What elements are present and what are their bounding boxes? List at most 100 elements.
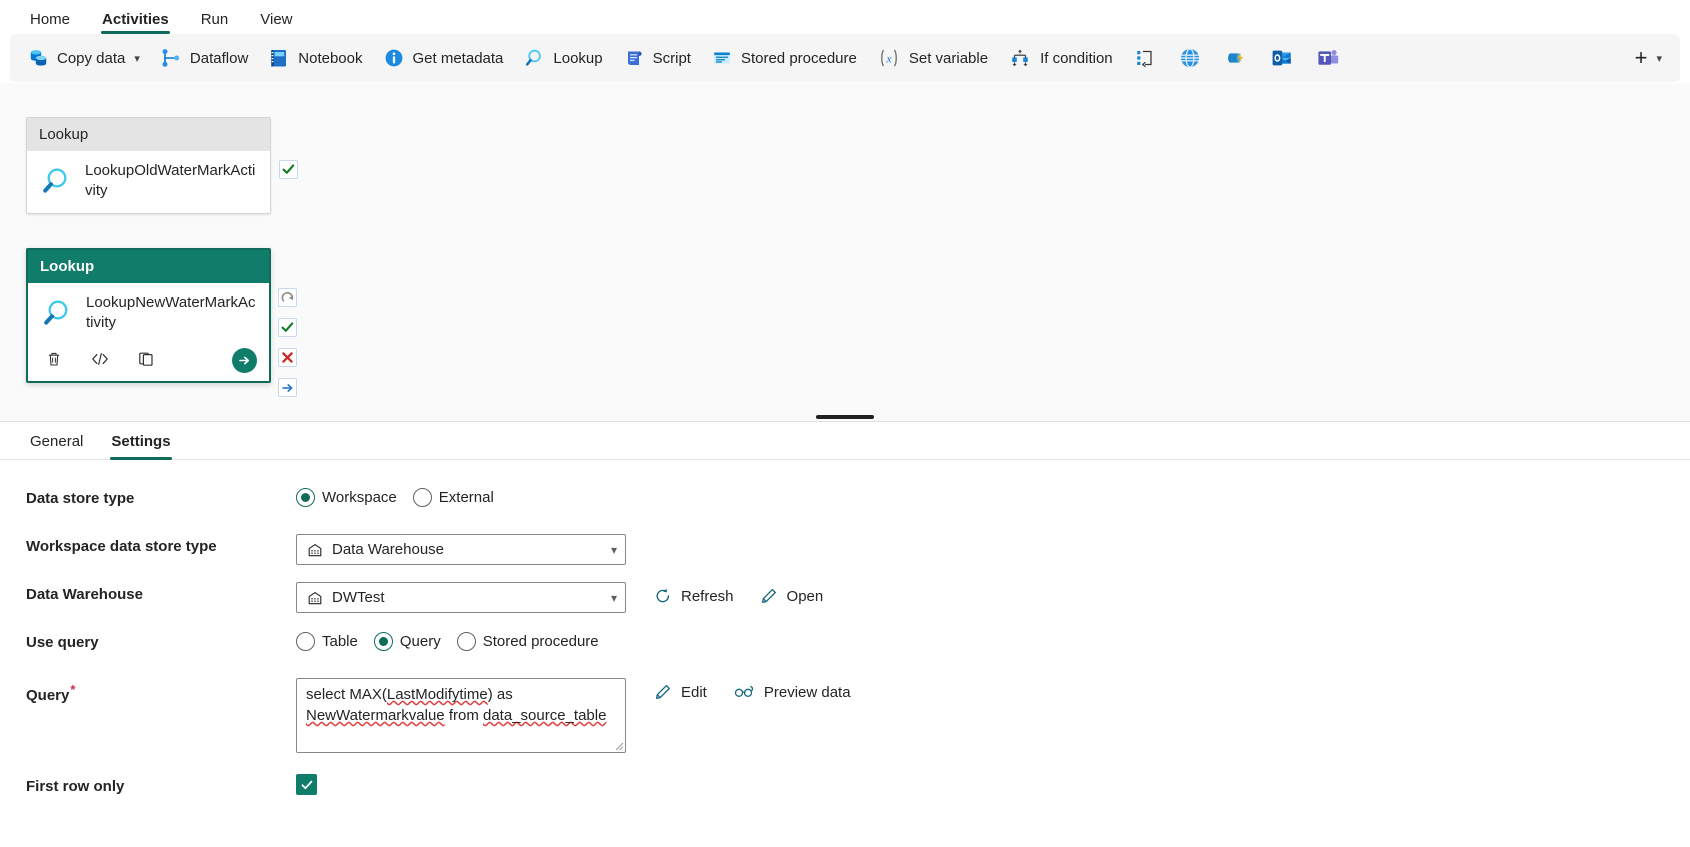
delete-activity-button[interactable] — [42, 347, 66, 371]
lookup-button[interactable]: Lookup — [514, 40, 611, 76]
workspace-data-store-type-label: Workspace data store type — [26, 538, 217, 555]
set-variable-label: Set variable — [908, 49, 989, 67]
script-label: Script — [652, 49, 691, 67]
copy-data-label: Copy data — [57, 49, 126, 67]
chevron-down-icon[interactable]: ▾ — [134, 52, 140, 65]
success-handle[interactable] — [278, 318, 297, 337]
activity-card-lookup-new[interactable]: Lookup LookupNewWaterMarkActivity — [26, 248, 297, 397]
ribbon-tab-run[interactable]: Run — [185, 12, 245, 34]
lookup-magnifier-icon — [40, 296, 74, 330]
lookup-icon — [523, 47, 545, 69]
workspace-data-store-type-dropdown[interactable]: Data Warehouse ▾ — [296, 534, 626, 565]
chevron-down-icon[interactable]: ▾ — [1656, 52, 1662, 65]
dataflow-button[interactable]: Dataflow — [151, 40, 257, 76]
azure-function-icon — [1224, 46, 1248, 70]
row-data-warehouse: Data Warehouse DWTest ▾ Refresh Open — [0, 582, 1690, 630]
activity-name: LookupOldWaterMarkActivity — [85, 162, 256, 199]
add-activity-button[interactable]: + ▾ — [1625, 40, 1672, 76]
activity-toolbar — [28, 345, 269, 381]
notebook-button[interactable]: Notebook — [259, 40, 371, 76]
pipeline-canvas[interactable]: Lookup LookupOldWaterMarkActivity Lookup — [0, 82, 1690, 412]
radio-dot-icon — [373, 632, 393, 651]
required-asterisk: * — [70, 682, 76, 697]
edit-query-button[interactable]: Edit — [644, 679, 717, 705]
tab-general[interactable]: General — [18, 434, 95, 459]
stored-procedure-label: Stored procedure — [740, 49, 857, 67]
query-field: select MAX(LastModifytime) as NewWaterma… — [296, 678, 861, 753]
resize-grip-icon[interactable] — [614, 741, 624, 751]
preview-data-button[interactable]: Preview data — [723, 679, 861, 705]
query-text-part: ) as — [487, 686, 513, 703]
data-store-type-label: Data store type — [26, 490, 135, 507]
if-condition-button[interactable]: If condition — [999, 40, 1122, 76]
tab-settings[interactable]: Settings — [99, 434, 182, 460]
stored-procedure-button[interactable]: Stored procedure — [702, 40, 866, 76]
refresh-label: Refresh — [681, 587, 734, 605]
skip-handle[interactable] — [278, 288, 297, 307]
radio-stored-procedure[interactable]: Stored procedure — [456, 632, 599, 651]
query-label: Query* — [26, 678, 296, 704]
get-metadata-button[interactable]: Get metadata — [374, 40, 513, 76]
teams-button[interactable] — [1306, 40, 1350, 76]
open-button[interactable]: Open — [750, 583, 834, 609]
query-text-part: select MAX( — [306, 686, 387, 703]
refresh-button[interactable]: Refresh — [644, 583, 744, 609]
radio-stored-procedure-label: Stored procedure — [482, 633, 599, 650]
lookup-label: Lookup — [553, 49, 603, 67]
notebook-label: Notebook — [298, 49, 363, 67]
data-warehouse-dropdown[interactable]: DWTest ▾ — [296, 582, 626, 613]
query-text-part: LastModifytime — [386, 686, 488, 703]
radio-external-label: External — [438, 489, 494, 506]
first-row-only-checkbox[interactable] — [296, 774, 317, 795]
completion-handle[interactable] — [278, 378, 297, 397]
plus-icon: + — [1634, 45, 1648, 70]
settings-form: Data store type Workspace External Works… — [0, 460, 1690, 822]
pencil-icon — [760, 587, 778, 605]
activity-properties-pane: General Settings Data store type Workspa… — [0, 422, 1690, 822]
web-activity-button[interactable] — [1168, 40, 1212, 76]
svg-text:x: x — [885, 51, 892, 65]
radio-external[interactable]: External — [412, 488, 494, 507]
ribbon-tab-home[interactable]: Home — [14, 12, 86, 34]
copy-data-button[interactable]: Copy data ▾ — [18, 40, 149, 76]
duplicate-activity-button[interactable] — [134, 347, 158, 371]
radio-dot-icon — [296, 488, 315, 507]
switch-case-icon — [1134, 47, 1156, 69]
view-code-button[interactable] — [88, 347, 112, 371]
first-row-only-field — [296, 774, 317, 795]
row-use-query: Use query Table Query Stored procedure — [0, 630, 1690, 678]
use-query-field: Table Query Stored procedure — [296, 630, 599, 651]
teams-icon — [1316, 46, 1340, 70]
row-query: Query* select MAX(LastModifytime) as New… — [0, 678, 1690, 774]
data-warehouse-value: DWTest — [332, 589, 385, 606]
switch-case-button[interactable] — [1124, 40, 1166, 76]
azure-function-button[interactable] — [1214, 40, 1258, 76]
ribbon-tab-activities[interactable]: Activities — [86, 12, 185, 34]
data-store-type-radio-group: Workspace External — [296, 486, 494, 507]
success-handle[interactable] — [279, 160, 298, 179]
copy-data-icon — [27, 47, 49, 69]
preview-data-label: Preview data — [763, 683, 851, 701]
script-button[interactable]: Script — [614, 40, 700, 76]
query-text-part: data_source_table — [483, 707, 607, 724]
dataflow-label: Dataflow — [189, 49, 249, 67]
splitter-grip[interactable] — [816, 415, 874, 419]
failure-handle[interactable] — [278, 348, 297, 367]
radio-dot-icon — [296, 632, 315, 651]
open-label: Open — [786, 587, 824, 605]
radio-table[interactable]: Table — [296, 632, 358, 651]
activity-card-lookup-old[interactable]: Lookup LookupOldWaterMarkActivity — [26, 117, 298, 214]
query-actions: Edit Preview data — [644, 678, 861, 705]
radio-query[interactable]: Query — [373, 632, 441, 651]
ribbon-tab-view[interactable]: View — [244, 12, 308, 34]
panel-splitter[interactable] — [0, 412, 1690, 422]
set-variable-icon: x — [877, 47, 901, 69]
set-variable-button[interactable]: x Set variable — [868, 40, 997, 76]
row-first-row-only: First row only — [0, 774, 1690, 822]
query-input[interactable]: select MAX(LastModifytime) as NewWaterma… — [296, 678, 626, 753]
outlook-button[interactable] — [1260, 40, 1304, 76]
warehouse-icon — [307, 590, 323, 606]
activity-type-header: Lookup — [27, 118, 270, 151]
radio-workspace[interactable]: Workspace — [296, 488, 397, 507]
run-activity-button[interactable] — [232, 348, 257, 373]
